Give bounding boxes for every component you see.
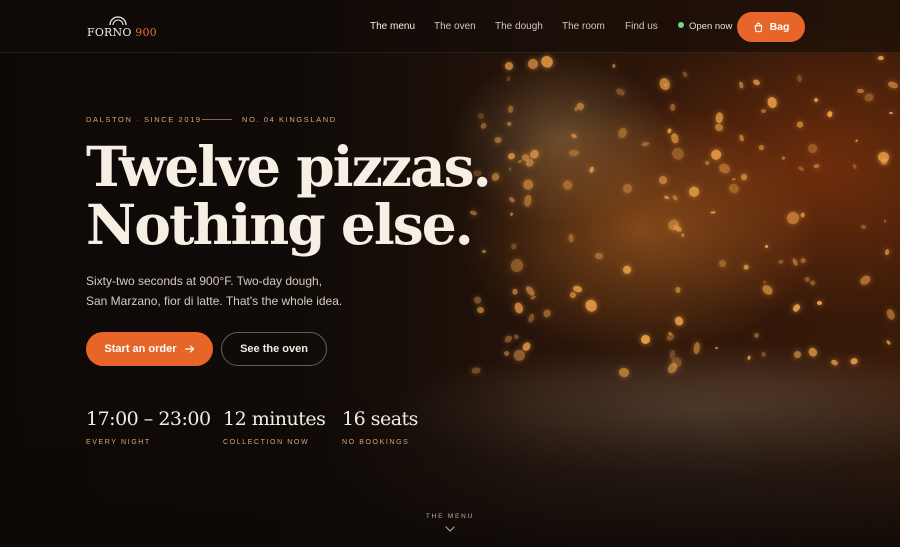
hero-headline: Twelve pizzas. Nothing else. [86, 134, 492, 257]
arrow-right-icon [184, 345, 194, 353]
start-order-button[interactable]: Start an order [86, 332, 213, 366]
stat-hours-label: EVERY NIGHT [86, 439, 151, 446]
headline-line-1: Twelve pizzas. [86, 134, 492, 199]
see-oven-label: See the oven [240, 343, 308, 355]
eyebrow-address: NO. 04 KINGSLAND [242, 115, 337, 124]
brand-number: 900 [135, 26, 157, 39]
subcopy-line-2: San Marzano, fior di latte. That's the w… [86, 294, 343, 308]
hero-subcopy: Sixty-two seconds at 900°F. Two-day doug… [86, 271, 386, 311]
eyebrow-divider [202, 119, 232, 120]
open-status-label: Open now [689, 21, 733, 32]
brand-wordmark: FORNO 900 [87, 26, 157, 39]
start-order-label: Start an order [104, 343, 177, 355]
bag-icon [754, 22, 762, 32]
see-oven-button[interactable]: See the oven [221, 332, 327, 366]
bag-button[interactable]: Bag [737, 12, 805, 42]
open-status: Open now [678, 21, 732, 32]
nav-link-menu[interactable]: The menu [370, 21, 415, 32]
nav-link-dough[interactable]: The dough [495, 21, 543, 32]
scroll-cue-label: THE MENU [425, 513, 475, 520]
stat-collection-value: 12 minutes [223, 408, 326, 430]
scroll-to-menu[interactable]: THE MENU [0, 513, 900, 532]
brand-logo[interactable]: FORNO 900 [87, 15, 157, 41]
nav-link-room[interactable]: The room [562, 21, 605, 32]
stat-seats-label: NO BOOKINGS [342, 439, 410, 446]
subcopy-line-1: Sixty-two seconds at 900°F. Two-day doug… [86, 274, 323, 288]
chevron-down-icon [445, 526, 455, 532]
oven-arch-icon [109, 16, 127, 25]
headline-line-2: Nothing else. [86, 192, 474, 257]
nav-link-oven[interactable]: The oven [434, 21, 476, 32]
bag-button-label: Bag [769, 21, 790, 33]
stat-hours: 17:00 – 23:00 EVERY NIGHT [86, 408, 211, 446]
stat-seats-value: 16 seats [342, 408, 418, 430]
stat-hours-value: 17:00 – 23:00 [86, 408, 211, 430]
brand-name: FORNO [87, 26, 132, 39]
nav-link-find-us[interactable]: Find us [625, 21, 658, 32]
stat-seats: 16 seats NO BOOKINGS [342, 408, 418, 446]
eyebrow-location: DALSTON · SINCE 2019 [86, 115, 202, 124]
stat-collection: 12 minutes COLLECTION NOW [223, 408, 326, 446]
stat-collection-label: COLLECTION NOW [223, 439, 310, 446]
top-nav: FORNO 900 The menu The oven The dough Th… [0, 0, 900, 53]
status-dot-icon [678, 22, 684, 28]
